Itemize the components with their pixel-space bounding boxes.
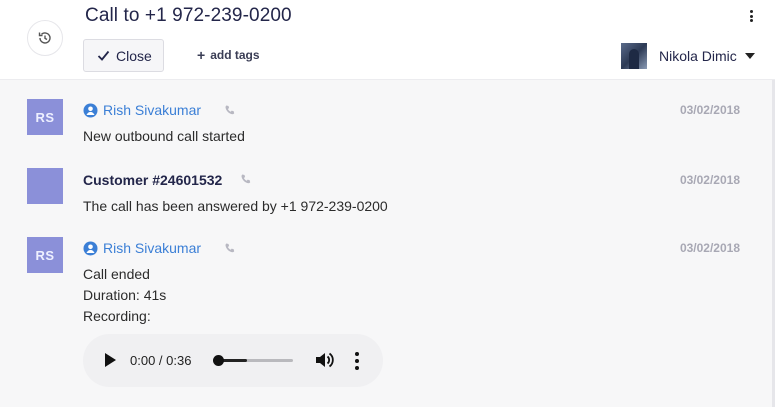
person-icon — [83, 103, 98, 117]
history-button[interactable] — [27, 20, 63, 56]
phone-icon — [225, 105, 235, 115]
close-button-label: Close — [116, 47, 152, 64]
caret-down-icon — [744, 53, 755, 59]
user-name: Nikola Dimic — [659, 48, 737, 64]
person-icon — [83, 241, 98, 255]
message-text: New outbound call started — [83, 128, 245, 144]
sender-name[interactable]: Rish Sivakumar — [83, 240, 201, 256]
phone-icon — [225, 243, 235, 253]
audio-seek-thumb[interactable] — [213, 355, 224, 366]
phone-icon — [241, 174, 251, 184]
message-text: The call has been answered by +1 972-239… — [83, 198, 388, 214]
add-tags-button[interactable]: + add tags — [197, 47, 260, 63]
add-tags-label: add tags — [210, 48, 260, 62]
sender-name[interactable]: Rish Sivakumar — [83, 102, 201, 118]
check-icon — [97, 50, 110, 61]
play-icon[interactable] — [105, 353, 116, 367]
history-icon — [38, 32, 51, 44]
message-text: Duration: 41s — [83, 287, 167, 303]
sender-label: Customer #24601532 — [83, 172, 223, 188]
avatar: RS — [27, 237, 63, 273]
audio-time: 0:00 / 0:36 — [130, 353, 192, 368]
conversation-header: Call to +1 972-239-0200 Close + add tags… — [0, 0, 775, 80]
audio-more-icon[interactable] — [354, 352, 360, 370]
close-button[interactable]: Close — [83, 39, 164, 72]
avatar: RS — [27, 99, 63, 135]
message-date: 03/02/2018 — [679, 241, 740, 255]
message-date: 03/02/2018 — [679, 173, 740, 187]
message-text: Recording: — [83, 308, 151, 324]
message-date: 03/02/2018 — [679, 103, 740, 117]
message-text: Call ended — [83, 266, 150, 282]
sender-label: Rish Sivakumar — [103, 102, 202, 118]
user-avatar — [621, 43, 647, 69]
avatar — [27, 168, 63, 204]
audio-player: 0:00 / 0:36 — [83, 334, 383, 387]
user-menu[interactable]: Nikola Dimic — [621, 43, 755, 69]
page-title: Call to +1 972-239-0200 — [85, 5, 292, 26]
volume-icon[interactable] — [315, 351, 335, 369]
sender-label: Rish Sivakumar — [103, 240, 202, 256]
more-vertical-icon[interactable] — [744, 8, 758, 24]
audio-seek-bar[interactable] — [216, 359, 293, 362]
plus-icon: + — [197, 47, 206, 63]
sender-name[interactable]: Customer #24601532 — [83, 172, 222, 188]
